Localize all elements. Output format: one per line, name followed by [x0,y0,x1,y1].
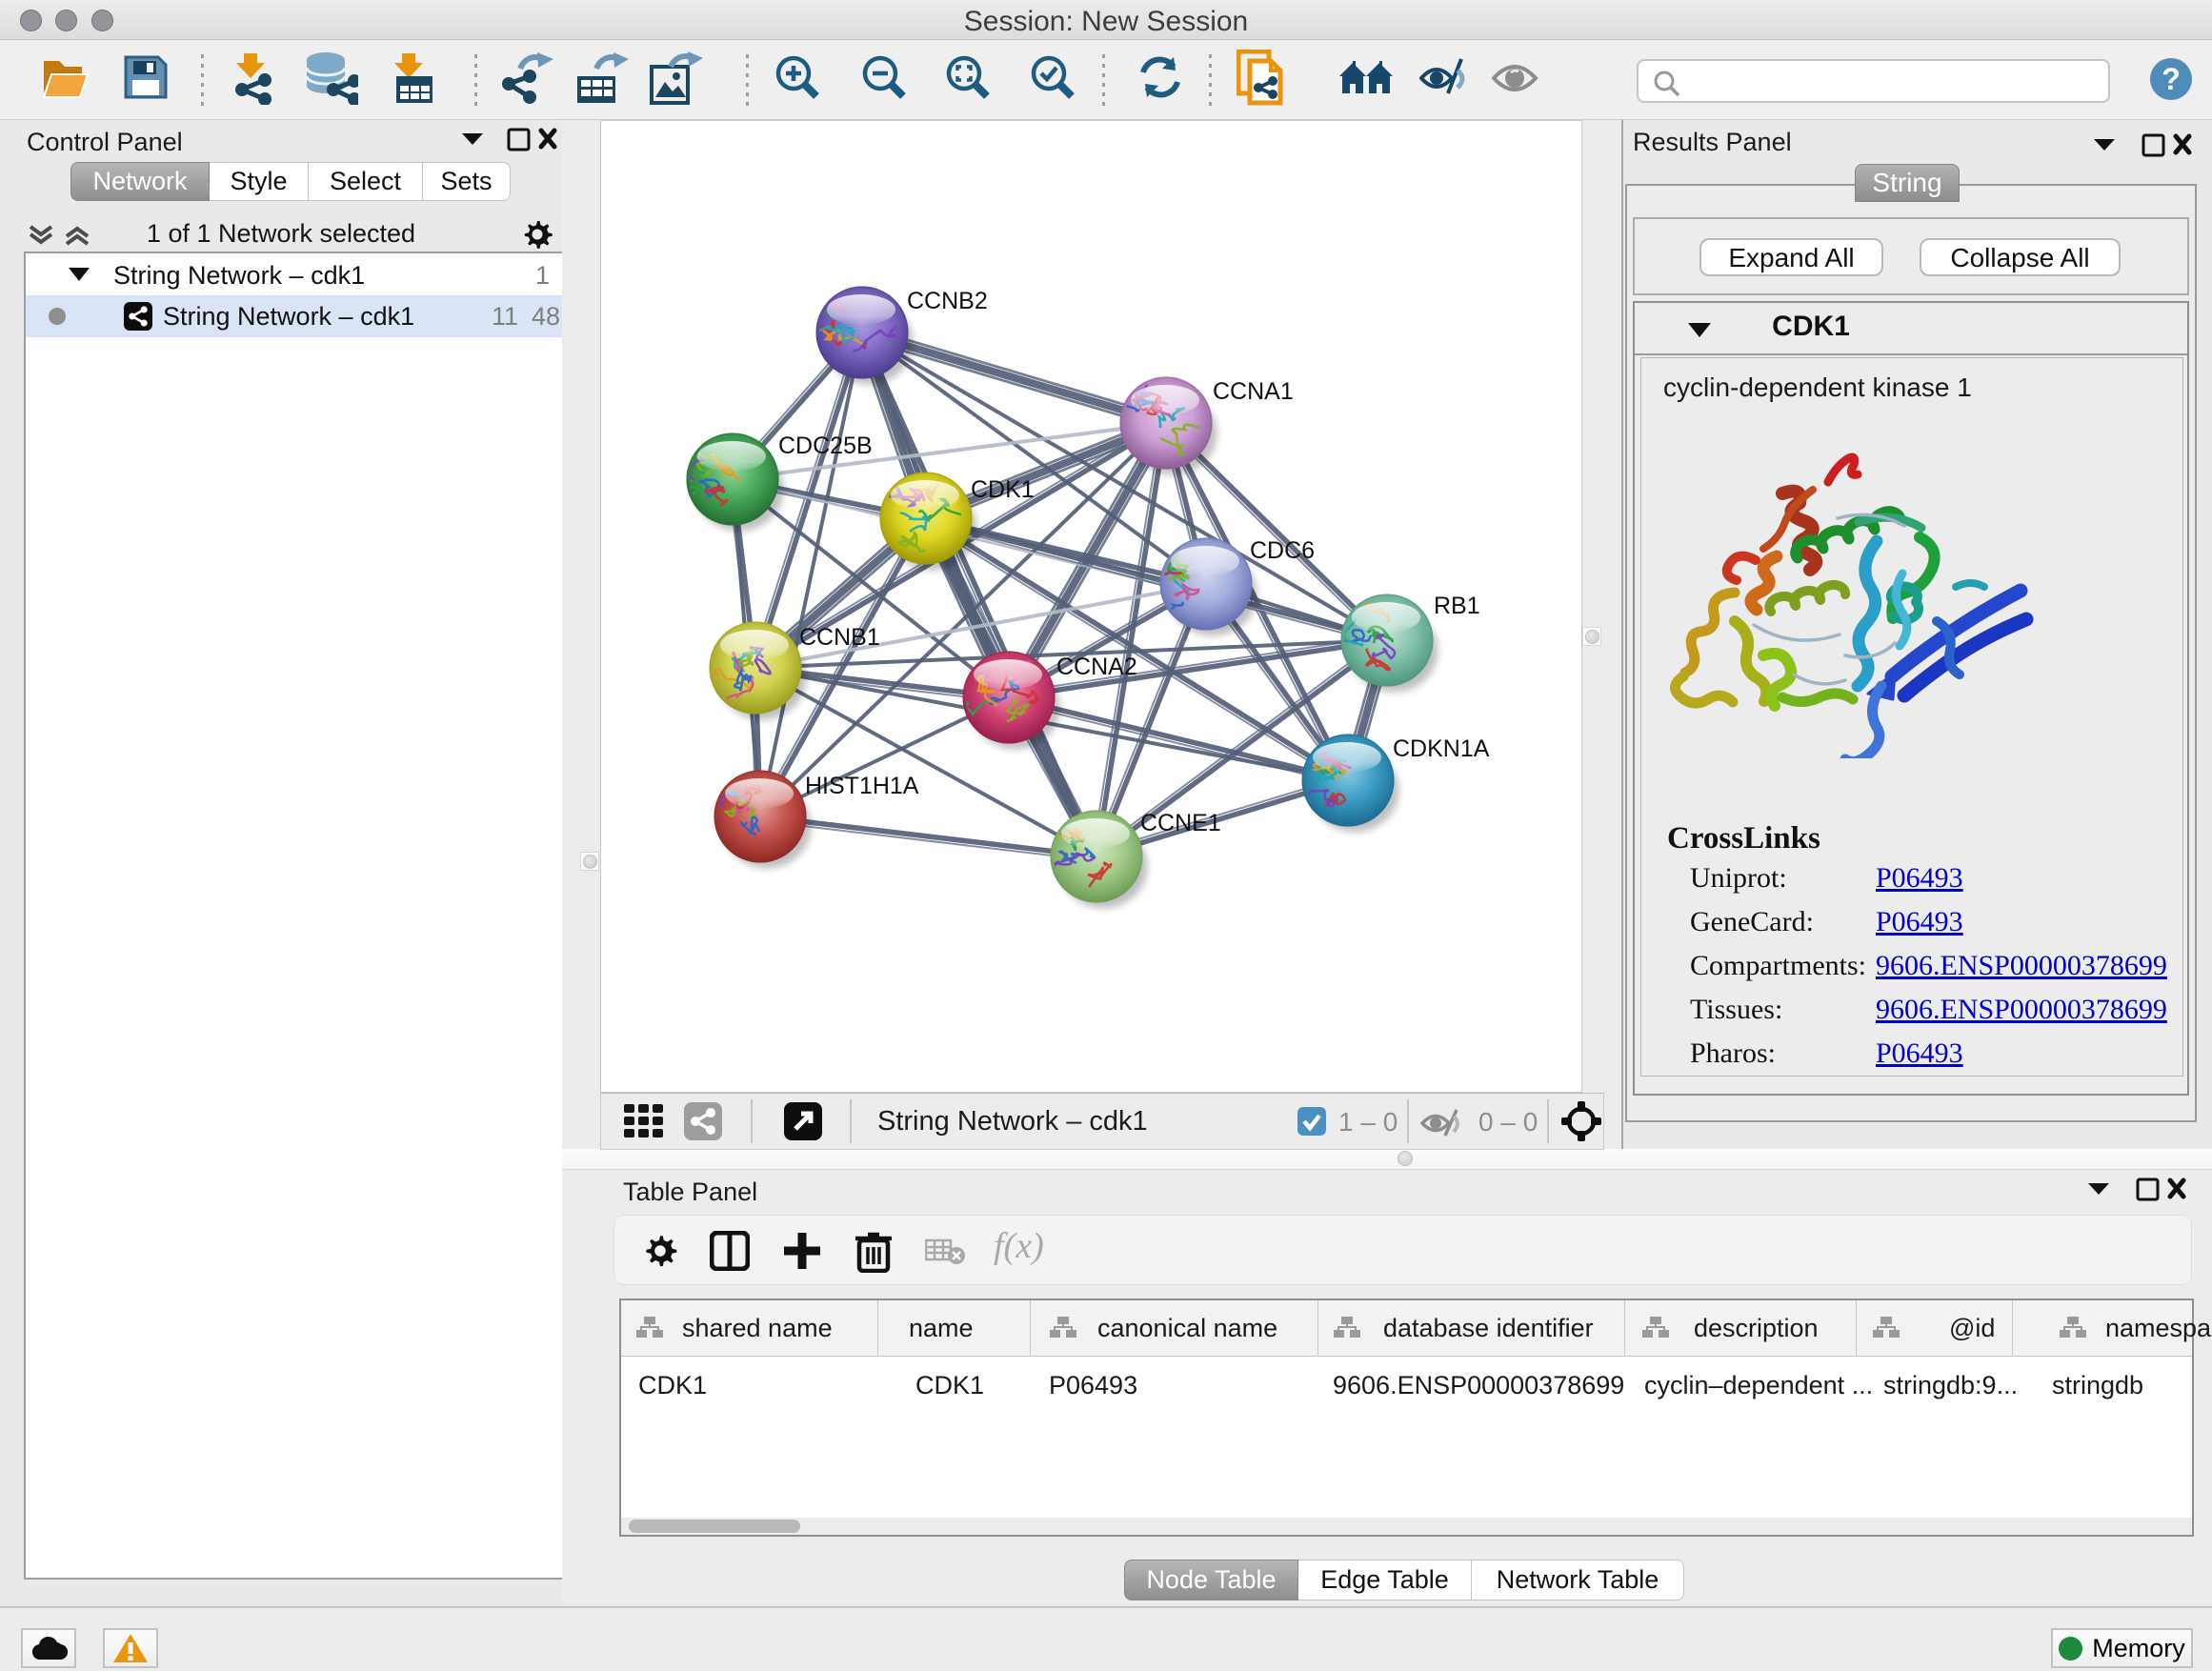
svg-text:CCNE1: CCNE1 [1140,810,1221,836]
svg-text:CCNA2: CCNA2 [1056,654,1137,680]
svg-text:CCNA1: CCNA1 [1213,378,1294,405]
svg-text:CDC6: CDC6 [1250,537,1315,564]
svg-text:HIST1H1A: HIST1H1A [805,773,919,799]
svg-text:RB1: RB1 [1434,593,1480,619]
svg-text:?: ? [2162,62,2181,96]
svg-text:CDC25B: CDC25B [778,433,873,459]
svg-text:CCNB1: CCNB1 [799,624,880,651]
svg-text:CDK1: CDK1 [971,476,1035,503]
svg-text:CCNB2: CCNB2 [907,288,988,314]
svg-text:CDKN1A: CDKN1A [1393,735,1490,762]
